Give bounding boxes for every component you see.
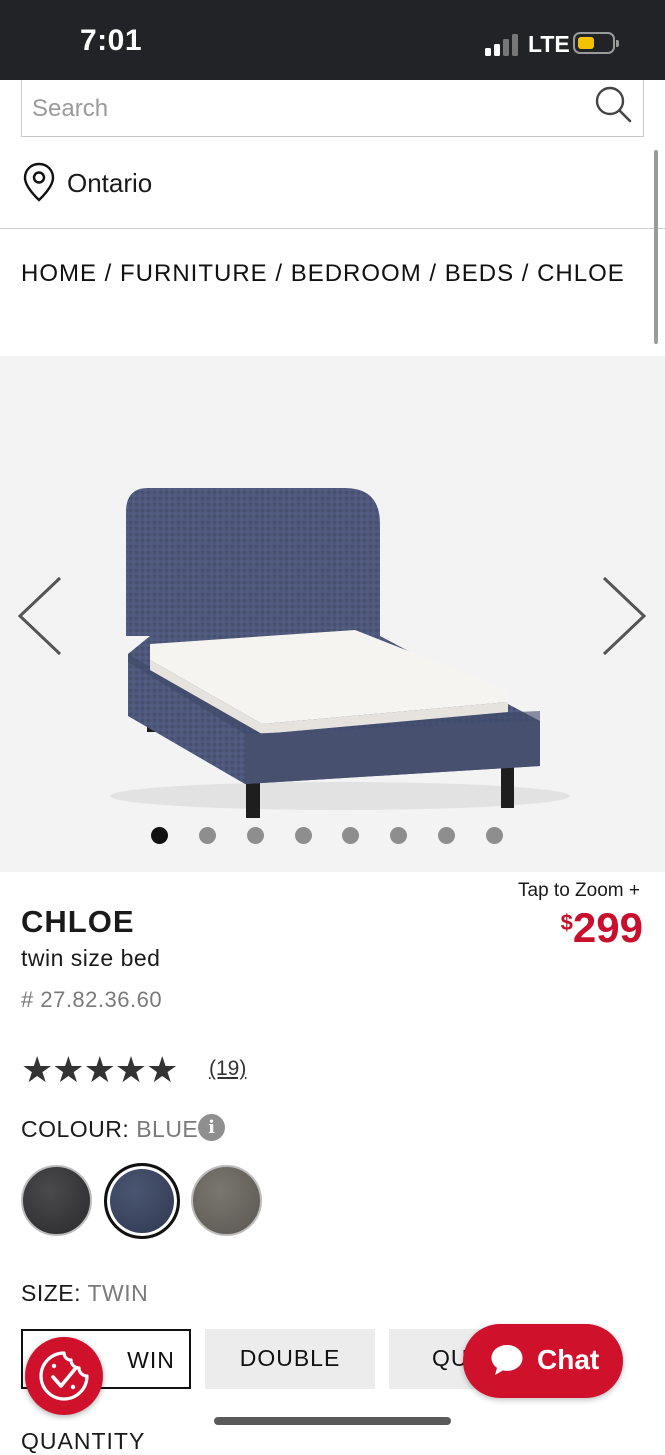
quantity-label: QUANTITY [21, 1428, 146, 1454]
tap-to-zoom[interactable]: Tap to Zoom + [518, 880, 640, 902]
size-option-double[interactable]: DOUBLE [205, 1329, 375, 1389]
product-title: CHLOE [21, 904, 135, 939]
battery-icon [573, 32, 619, 54]
colour-swatch-grey[interactable] [191, 1165, 262, 1236]
gallery-dot[interactable] [151, 827, 168, 844]
breadcrumb-furniture[interactable]: FURNITURE [120, 260, 268, 287]
store-location[interactable]: Ontario [0, 140, 665, 229]
rating-stars[interactable]: ★★★★★ [21, 1049, 178, 1090]
gallery-dot[interactable] [342, 827, 359, 844]
network-label: LTE [528, 31, 570, 57]
chat-button[interactable]: Chat [463, 1324, 623, 1398]
previous-image-arrow-icon[interactable] [16, 574, 64, 658]
status-time: 7:01 [80, 24, 143, 57]
cookie-icon [39, 1351, 89, 1401]
price-amount: 299 [572, 904, 643, 951]
star-icon: ★ [146, 1049, 178, 1090]
breadcrumb-separator: / [421, 260, 445, 287]
location-label: Ontario [67, 168, 153, 198]
breadcrumb-current: CHLOE [537, 260, 625, 287]
star-icon: ★ [83, 1049, 116, 1090]
gallery-dot[interactable] [199, 827, 216, 844]
size-label: SIZE: TWIN [21, 1280, 148, 1307]
home-indicator[interactable] [214, 1417, 451, 1425]
product-sku: # 27.82.36.60 [21, 987, 163, 1012]
gallery-dot[interactable] [247, 827, 264, 844]
search-bar [21, 80, 644, 137]
size-selected: TWIN [87, 1280, 149, 1306]
breadcrumb-bedroom[interactable]: BEDROOM [291, 260, 422, 287]
size-heading: SIZE: [21, 1280, 82, 1306]
colour-heading: COLOUR: [21, 1116, 130, 1142]
chat-label: Chat [537, 1344, 600, 1375]
colour-selected: BLUE [136, 1116, 199, 1142]
breadcrumb-separator: / [514, 260, 538, 287]
scrollbar[interactable] [654, 150, 658, 344]
breadcrumb-separator: / [97, 260, 121, 287]
location-pin-icon [23, 162, 55, 202]
star-icon: ★ [21, 1049, 53, 1090]
colour-swatch-blue[interactable] [104, 1163, 180, 1239]
star-icon: ★ [52, 1049, 84, 1090]
product-subtitle: twin size bed [21, 945, 161, 971]
cookie-settings-button[interactable] [25, 1337, 103, 1415]
star-icon: ★ [114, 1049, 147, 1090]
product-price: $299 [561, 904, 643, 952]
gallery-dot[interactable] [390, 827, 407, 844]
signal-icon [485, 32, 521, 56]
breadcrumb-separator: / [267, 260, 291, 287]
next-image-arrow-icon[interactable] [600, 574, 648, 658]
search-input[interactable] [30, 88, 594, 130]
gallery-dot[interactable] [438, 827, 455, 844]
product-gallery[interactable] [0, 356, 665, 872]
product-image[interactable] [0, 356, 665, 872]
breadcrumb-beds[interactable]: BEDS [445, 260, 514, 287]
breadcrumb: HOME / FURNITURE / BEDROOM / BEDS / CHLO… [21, 260, 625, 288]
gallery-dot[interactable] [486, 827, 503, 844]
chat-bubble-icon [491, 1345, 523, 1375]
info-icon[interactable]: i [198, 1114, 225, 1141]
search-icon[interactable] [593, 84, 633, 124]
status-bar: 7:01 LTE [0, 0, 665, 80]
price-currency: $ [560, 910, 573, 935]
colour-swatch-charcoal[interactable] [21, 1165, 92, 1236]
gallery-dot[interactable] [295, 827, 312, 844]
review-count-link[interactable]: (19) [209, 1057, 246, 1081]
breadcrumb-home[interactable]: HOME [21, 260, 97, 287]
colour-label: COLOUR: BLUE [21, 1116, 198, 1143]
